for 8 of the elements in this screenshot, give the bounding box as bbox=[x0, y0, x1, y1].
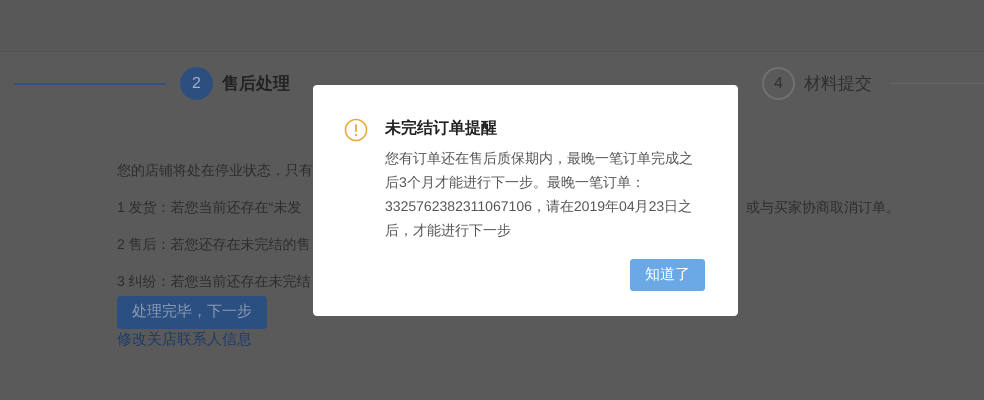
confirm-button[interactable]: 知道了 bbox=[630, 259, 705, 291]
dialog-title: 未完结订单提醒 bbox=[385, 118, 498, 139]
edit-contact-link[interactable]: 修改关店联系人信息 bbox=[117, 329, 252, 351]
next-step-button[interactable]: 处理完毕，下一步 bbox=[117, 296, 267, 329]
dialog-message: 您有订单还在售后质保期内，最晚一笔订单完成之后3个月才能进行下一步。最晚一笔订单：3325762382311067106，请在2019年04月23日之后，才能进行下一步 bbox=[385, 149, 694, 240]
step-label: 售后处理 bbox=[222, 72, 290, 95]
warning-icon bbox=[344, 118, 368, 142]
step-number: 2 bbox=[180, 67, 213, 100]
